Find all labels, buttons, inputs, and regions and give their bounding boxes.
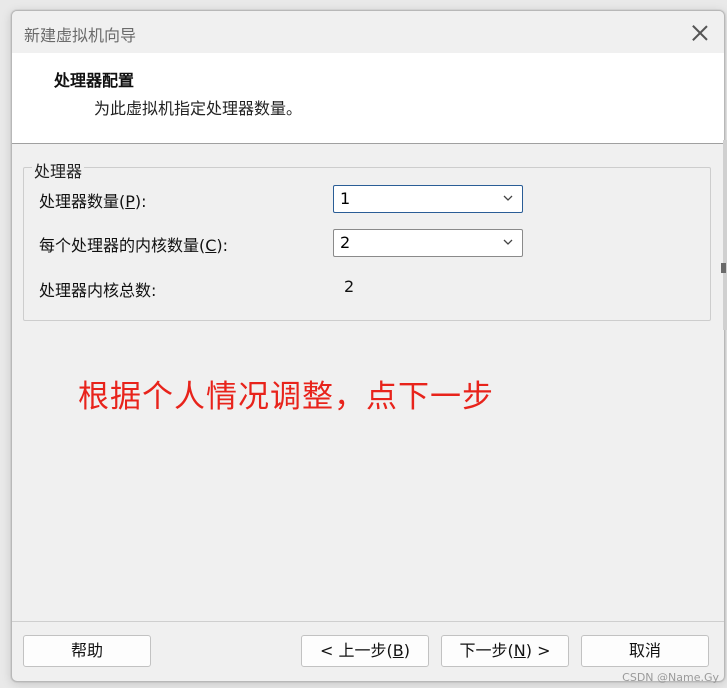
groupbox-legend: 处理器 [32,158,85,182]
background-scrollbar [723,140,727,330]
cores-per-processor-label: 每个处理器的内核数量(C): [39,236,229,255]
close-icon[interactable] [688,21,712,45]
total-cores-value: 2 [344,277,355,296]
chevron-down-icon [503,195,513,201]
cancel-button[interactable]: 取消 [581,635,709,667]
page-subtitle: 为此虚拟机指定处理器数量。 [94,99,303,118]
help-button[interactable]: 帮助 [23,635,151,667]
annotation-text: 根据个人情况调整，点下一步 [78,379,494,415]
title-bar: 新建虚拟机向导 [12,11,724,53]
processor-count-label: 处理器数量(P): [39,192,147,211]
watermark: CSDN @Name.Gy [622,671,719,684]
processor-count-value: 1 [340,189,351,208]
new-vm-wizard-dialog: 新建虚拟机向导 处理器配置 为此虚拟机指定处理器数量。 处理器 处理器数量(P)… [11,10,725,682]
scroll-marker [721,263,726,273]
cores-per-processor-value: 2 [340,233,351,252]
window-title: 新建虚拟机向导 [24,26,137,45]
cores-per-processor-select[interactable]: 2 [333,229,523,257]
processor-groupbox: 处理器 处理器数量(P): 1 每个处理器的内核数量(C): 2 处理器内核总数… [23,158,711,321]
total-cores-label: 处理器内核总数: [39,281,157,300]
footer-divider [12,621,724,622]
processor-count-select[interactable]: 1 [333,185,523,213]
next-button[interactable]: 下一步(N) > [441,635,569,667]
chevron-down-icon [503,239,513,245]
header-panel: 处理器配置 为此虚拟机指定处理器数量。 [12,53,724,144]
page-title: 处理器配置 [54,71,135,90]
back-button[interactable]: < 上一步(B) [301,635,429,667]
